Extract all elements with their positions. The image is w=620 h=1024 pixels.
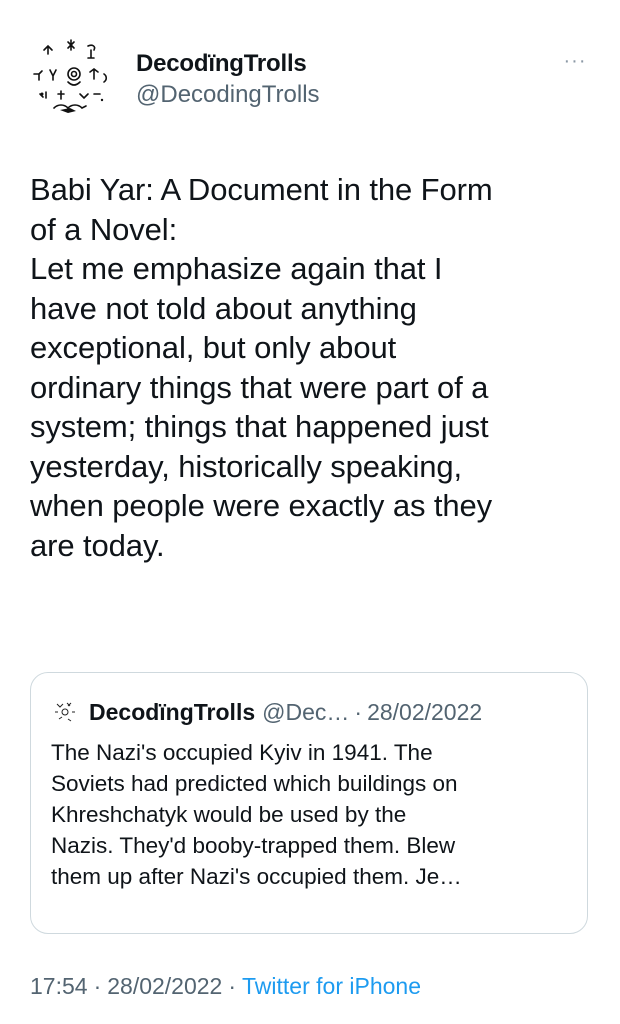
quoted-author-display-name: DecodïngTrolls bbox=[89, 698, 256, 725]
tweet-footer: 17:54 · 28/02/2022 · Twitter for iPhone bbox=[30, 973, 421, 1000]
quoted-tweet[interactable]: DecodïngTrolls @Dec… · 28/02/2022 The Na… bbox=[30, 672, 588, 934]
tweet-card: DecodïngTrolls @DecodingTrolls ··· Babi … bbox=[0, 0, 620, 1024]
tweet-text: Babi Yar: A Document in the Form of a No… bbox=[30, 172, 493, 563]
author-names: DecodïngTrolls @DecodingTrolls bbox=[136, 50, 320, 110]
author-avatar[interactable] bbox=[30, 32, 122, 124]
tweet-date[interactable]: 28/02/2022 bbox=[107, 973, 222, 999]
author-display-name[interactable]: DecodïngTrolls bbox=[136, 50, 320, 78]
quoted-author-handle: @Dec… bbox=[262, 698, 350, 725]
tweet-time[interactable]: 17:54 bbox=[30, 973, 88, 999]
quoted-tweet-date: 28/02/2022 bbox=[367, 698, 483, 725]
more-options-icon[interactable]: ··· bbox=[560, 50, 590, 72]
quoted-tweet-header: DecodïngTrolls @Dec… · 28/02/2022 bbox=[51, 697, 482, 727]
petroglyph-symbols-avatar-icon bbox=[55, 702, 75, 722]
footer-separator: · bbox=[228, 973, 237, 999]
quoted-separator: · bbox=[354, 698, 363, 725]
author-handle[interactable]: @DecodingTrolls bbox=[136, 80, 320, 110]
tweet-header: DecodïngTrolls @DecodingTrolls ··· bbox=[30, 32, 590, 124]
tweet-source-link[interactable]: Twitter for iPhone bbox=[242, 973, 421, 999]
petroglyph-symbols-avatar-icon bbox=[33, 39, 108, 113]
quoted-tweet-text: The Nazi's occupied Kyiv in 1941. The So… bbox=[51, 740, 462, 889]
footer-separator: · bbox=[93, 973, 102, 999]
quoted-author-avatar bbox=[51, 698, 79, 726]
